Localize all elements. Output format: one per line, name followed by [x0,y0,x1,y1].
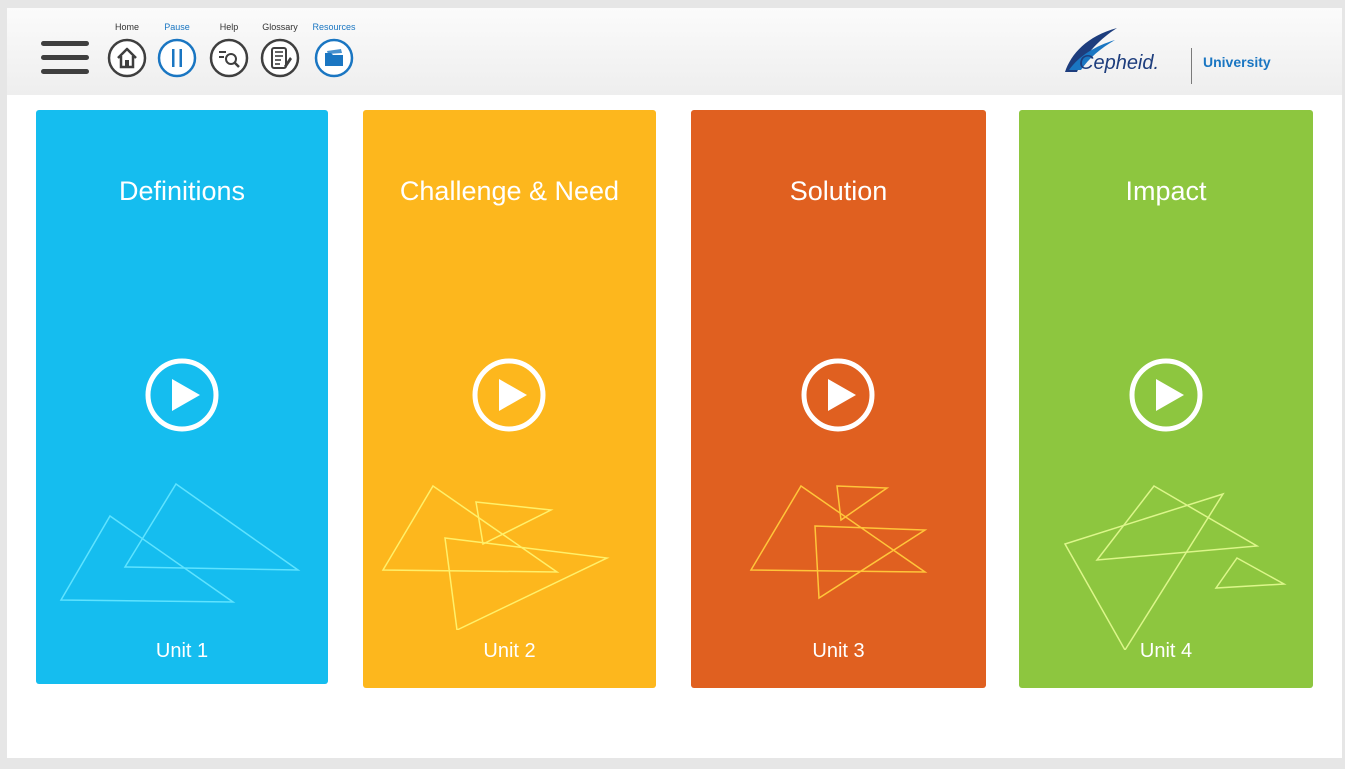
cepheid-university-logo: Cepheid. University [1061,26,1281,86]
decorative-triangles [749,484,928,600]
resources-label: Resources [312,22,356,32]
unit-title: Challenge & Need [399,176,620,206]
menu-button[interactable] [41,41,89,75]
brand-name: Cepheid. [1079,52,1160,74]
unit-title: Solution [789,176,888,206]
top-toolbar: Home Pause Help Glossary Resources Cephe… [7,8,1342,95]
unit-card-impact[interactable]: Impact Unit 4 [1019,110,1313,688]
decorative-triangles [1063,485,1287,650]
resources-button[interactable]: Resources [309,20,359,90]
pause-icon [157,38,197,78]
decorative-triangles [381,484,610,630]
decorative-triangles [59,482,301,603]
folder-icon [314,38,354,78]
pause-button[interactable]: Pause [152,20,202,90]
home-button[interactable]: Home [102,20,152,90]
brand-section: University [1203,54,1271,70]
app-frame: Home Pause Help Glossary Resources Cephe… [7,8,1342,758]
home-icon [107,38,147,78]
play-icon[interactable] [471,357,547,433]
play-icon[interactable] [800,357,876,433]
unit-title: Definitions [118,176,246,206]
play-icon[interactable] [144,357,220,433]
unit-number: Unit 1 [155,640,209,662]
list-pencil-icon [260,38,300,78]
unit-number: Unit 4 [1139,640,1193,662]
unit-card-challenge-need[interactable]: Challenge & Need Unit 2 [363,110,656,688]
help-label: Help [219,22,239,32]
unit-card-solution[interactable]: Solution Unit 3 [691,110,986,688]
unit-number: Unit 2 [483,640,536,662]
magnifier-icon [209,38,249,78]
glossary-label: Glossary [262,22,298,32]
unit-number: Unit 3 [812,640,865,662]
unit-title: Impact [1125,176,1207,206]
play-icon[interactable] [1128,357,1204,433]
logo-divider [1191,48,1192,84]
help-button[interactable]: Help [204,20,254,90]
home-label: Home [114,22,139,32]
glossary-button[interactable]: Glossary [255,20,305,90]
pause-label: Pause [164,22,190,32]
unit-card-definitions[interactable]: Definitions Unit 1 [36,110,328,684]
